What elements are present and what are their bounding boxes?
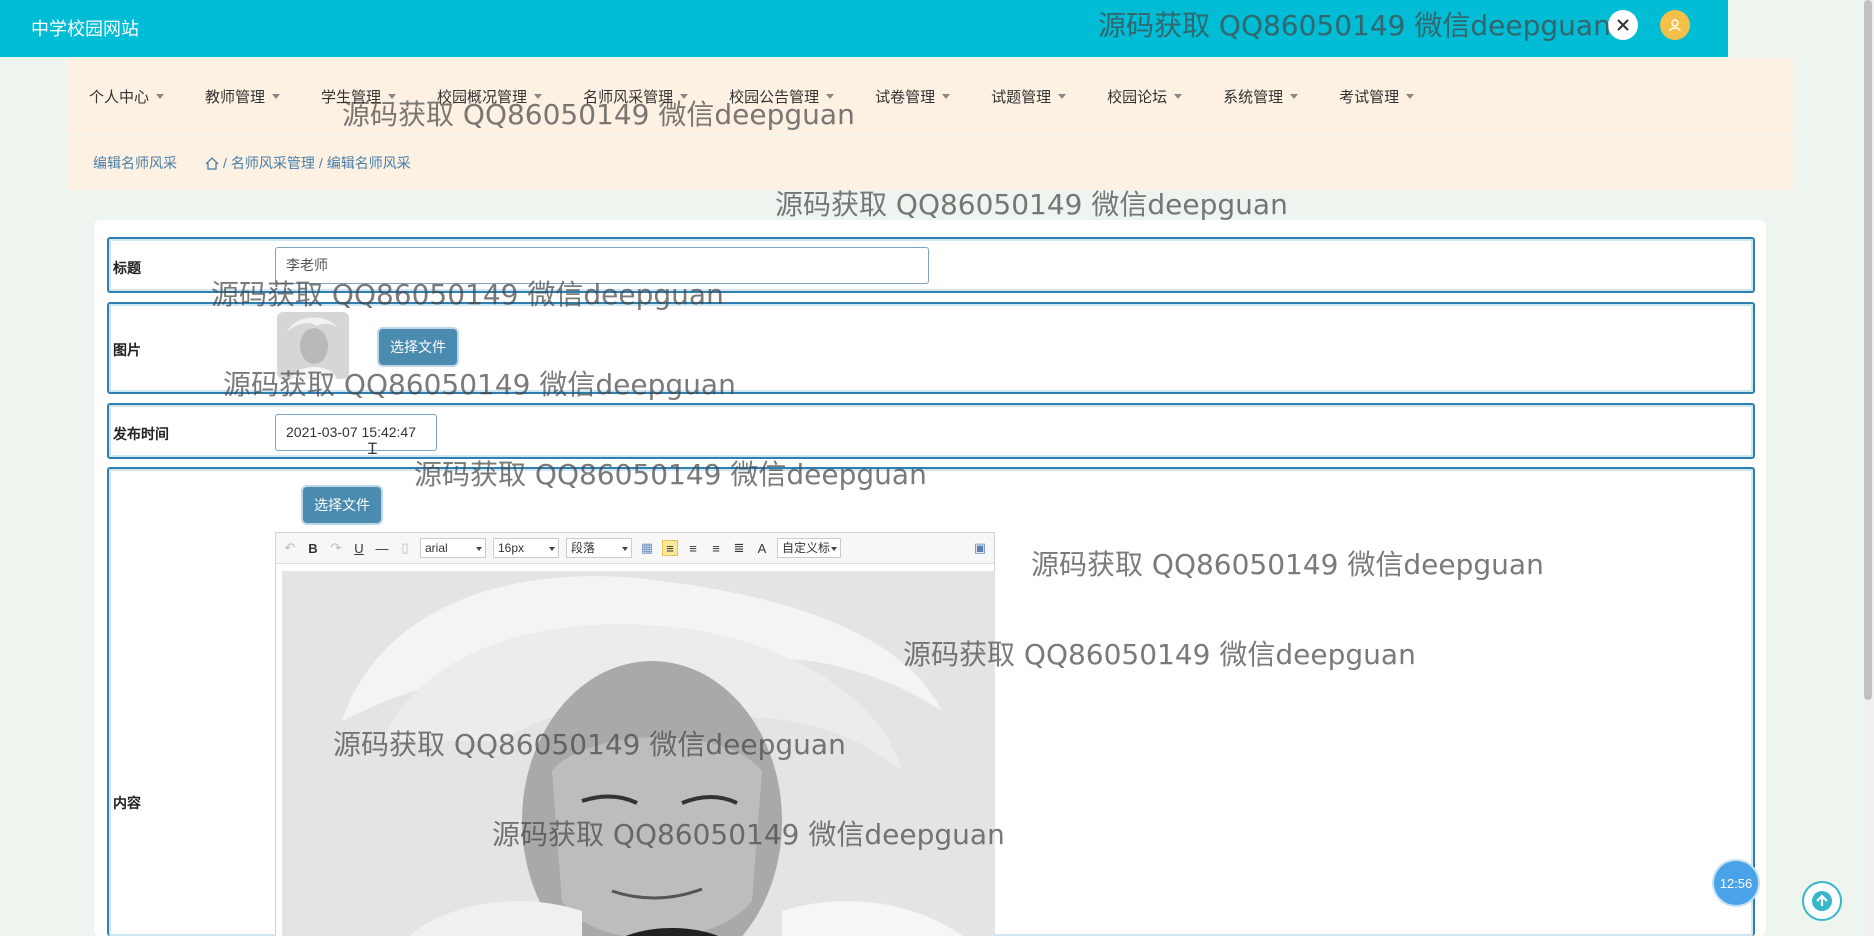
- page-title: 编辑名师风采: [93, 155, 177, 171]
- content-label: 内容: [113, 795, 141, 811]
- nav-item-teachers[interactable]: 教师管理: [205, 86, 281, 107]
- editor-toolbar: ↶ B ↷ U — ▯ arial 16px 段落 ▦ ≡ ≡ ≡ ≣ A 自定…: [276, 533, 994, 564]
- underline-icon[interactable]: U: [351, 540, 367, 556]
- site-title: 中学校园网站: [31, 19, 139, 40]
- main-nav: 个人中心 教师管理 学生管理 校园概况管理 名师风采管理 校园公告管理 试卷管理…: [67, 58, 1794, 135]
- chevron-down-icon: [1174, 94, 1183, 99]
- align-center-icon[interactable]: ≡: [708, 540, 724, 556]
- nav-item-personal[interactable]: 个人中心: [89, 86, 165, 107]
- font-color-icon[interactable]: A: [754, 540, 770, 556]
- paragraph-select[interactable]: 段落: [566, 538, 632, 558]
- breadcrumb-separator: /: [223, 155, 227, 171]
- image-row: 图片 选择文件: [107, 302, 1755, 394]
- chevron-down-icon: [156, 94, 165, 99]
- publish-time-label: 发布时间: [113, 426, 169, 442]
- chevron-down-icon: [272, 94, 281, 99]
- fullscreen-icon[interactable]: ▣: [972, 540, 988, 556]
- chevron-down-icon: [1290, 94, 1299, 99]
- align-left-icon[interactable]: ≡: [662, 540, 678, 556]
- chevron-down-icon: [680, 94, 689, 99]
- image-choose-file-button[interactable]: 选择文件: [379, 329, 457, 365]
- document-icon[interactable]: ▯: [397, 540, 413, 556]
- nav-item-campus[interactable]: 校园概况管理: [437, 86, 543, 107]
- back-to-top-button[interactable]: [1802, 881, 1842, 921]
- editor-content-image: [282, 571, 995, 936]
- custom-style-select[interactable]: 自定义标: [777, 538, 841, 558]
- chevron-down-icon: [826, 94, 835, 99]
- nav-item-students[interactable]: 学生管理: [321, 86, 397, 107]
- arrow-up-icon: [1812, 891, 1832, 911]
- chevron-down-icon: [1058, 94, 1067, 99]
- bold-icon[interactable]: B: [305, 540, 321, 556]
- chevron-down-icon: [1406, 94, 1415, 99]
- align-right-icon[interactable]: ≡: [685, 540, 701, 556]
- breadcrumb-item-manage[interactable]: 名师风采管理: [231, 153, 315, 173]
- scrollbar-thumb[interactable]: [1864, 0, 1872, 700]
- top-bar: 中学校园网站: [0, 0, 1728, 57]
- undo-icon[interactable]: ↶: [282, 540, 298, 556]
- nav-item-papers[interactable]: 试卷管理: [875, 86, 951, 107]
- title-input[interactable]: 李老师: [275, 247, 929, 284]
- top-icons: [1608, 10, 1690, 40]
- close-icon[interactable]: [1608, 10, 1638, 40]
- nav-item-questions[interactable]: 试题管理: [991, 86, 1067, 107]
- nav-item-forum[interactable]: 校园论坛: [1107, 86, 1183, 107]
- page-scrollbar[interactable]: [1862, 0, 1874, 936]
- time-badge[interactable]: 12:56: [1714, 861, 1758, 905]
- font-family-select[interactable]: arial: [420, 538, 486, 558]
- font-size-select[interactable]: 16px: [493, 538, 559, 558]
- home-icon[interactable]: [205, 156, 219, 170]
- title-row: 标题 李老师: [107, 237, 1755, 293]
- redo-icon[interactable]: ↷: [328, 540, 344, 556]
- chevron-down-icon: [388, 94, 397, 99]
- table-icon[interactable]: ▦: [639, 540, 655, 556]
- title-label: 标题: [113, 260, 141, 276]
- nav-item-notices[interactable]: 校园公告管理: [729, 86, 835, 107]
- horizontal-rule-icon[interactable]: —: [374, 540, 390, 556]
- breadcrumb-item-edit: 编辑名师风采: [326, 155, 411, 171]
- breadcrumb-path: / 名师风采管理 / 编辑名师风采: [205, 153, 411, 173]
- chevron-down-icon: [534, 94, 543, 99]
- teacher-thumbnail: [277, 312, 349, 379]
- content-row: 内容 选择文件 ↶ B ↷ U — ▯ arial 16px 段落 ▦ ≡ ≡ …: [107, 467, 1755, 936]
- nav-item-exams[interactable]: 考试管理: [1339, 86, 1415, 107]
- breadcrumb: 编辑名师风采 / 名师风采管理 / 编辑名师风采: [67, 136, 1794, 190]
- nav-item-system[interactable]: 系统管理: [1223, 86, 1299, 107]
- text-cursor-icon: Ɪ: [368, 441, 377, 458]
- rich-text-editor[interactable]: ↶ B ↷ U — ▯ arial 16px 段落 ▦ ≡ ≡ ≡ ≣ A 自定…: [275, 532, 995, 936]
- image-label: 图片: [113, 342, 141, 358]
- nav-item-famous-teachers[interactable]: 名师风采管理: [583, 86, 689, 107]
- breadcrumb-separator: /: [318, 155, 323, 171]
- content-choose-file-button[interactable]: 选择文件: [303, 487, 381, 523]
- publish-time-input[interactable]: 2021-03-07 15:42:47: [275, 414, 437, 451]
- publish-time-row: 发布时间 2021-03-07 15:42:47: [107, 403, 1755, 459]
- user-avatar-icon[interactable]: [1660, 10, 1690, 40]
- align-justify-icon[interactable]: ≣: [731, 540, 747, 556]
- chevron-down-icon: [942, 94, 951, 99]
